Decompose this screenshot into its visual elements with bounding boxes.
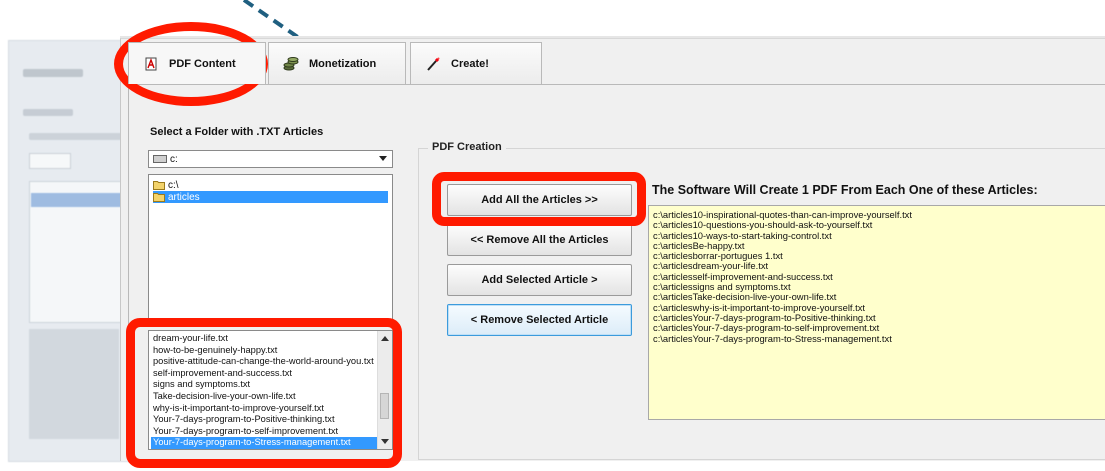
tree-item-label: articles — [168, 191, 200, 203]
pdf-icon — [143, 56, 159, 72]
tab-create[interactable]: Create! — [410, 42, 542, 84]
drive-icon — [153, 155, 167, 163]
open-folder-icon — [153, 193, 165, 202]
open-folder-icon — [153, 181, 165, 190]
result-list-label: The Software Will Create 1 PDF From Each… — [652, 183, 1038, 197]
tab-label: Create! — [451, 57, 489, 70]
tree-item-root[interactable]: c:\ — [153, 179, 179, 191]
folder-section-label: Select a Folder with .TXT Articles — [150, 126, 324, 138]
tab-label: PDF Content — [169, 57, 236, 70]
magic-wand-icon — [425, 56, 441, 72]
highlight-add-all-button — [432, 172, 646, 226]
list-item[interactable]: c:\articlesYour-7-days-program-to-Stress… — [653, 333, 1105, 344]
selected-articles-list[interactable]: c:\articles10-inspirational-quotes-than-… — [648, 205, 1105, 420]
chevron-down-icon[interactable] — [379, 156, 387, 161]
tab-monetization[interactable]: Monetization — [268, 42, 406, 84]
tree-item-label: c:\ — [168, 179, 179, 191]
drive-select[interactable]: c: — [148, 150, 393, 168]
remove-all-articles-button[interactable]: << Remove All the Articles — [447, 224, 632, 256]
folder-tree[interactable]: c:\ articles — [148, 174, 393, 326]
tab-pdf-content[interactable]: PDF Content — [128, 42, 266, 84]
tab-label: Monetization — [309, 57, 377, 70]
tree-item-articles[interactable]: articles — [153, 191, 388, 203]
remove-selected-article-button[interactable]: < Remove Selected Article — [447, 304, 632, 336]
add-selected-article-button[interactable]: Add Selected Article > — [447, 264, 632, 296]
drive-select-value: c: — [170, 153, 178, 165]
highlight-file-list — [126, 318, 402, 468]
coins-icon — [283, 56, 299, 72]
pdf-creation-title: PDF Creation — [428, 141, 506, 153]
